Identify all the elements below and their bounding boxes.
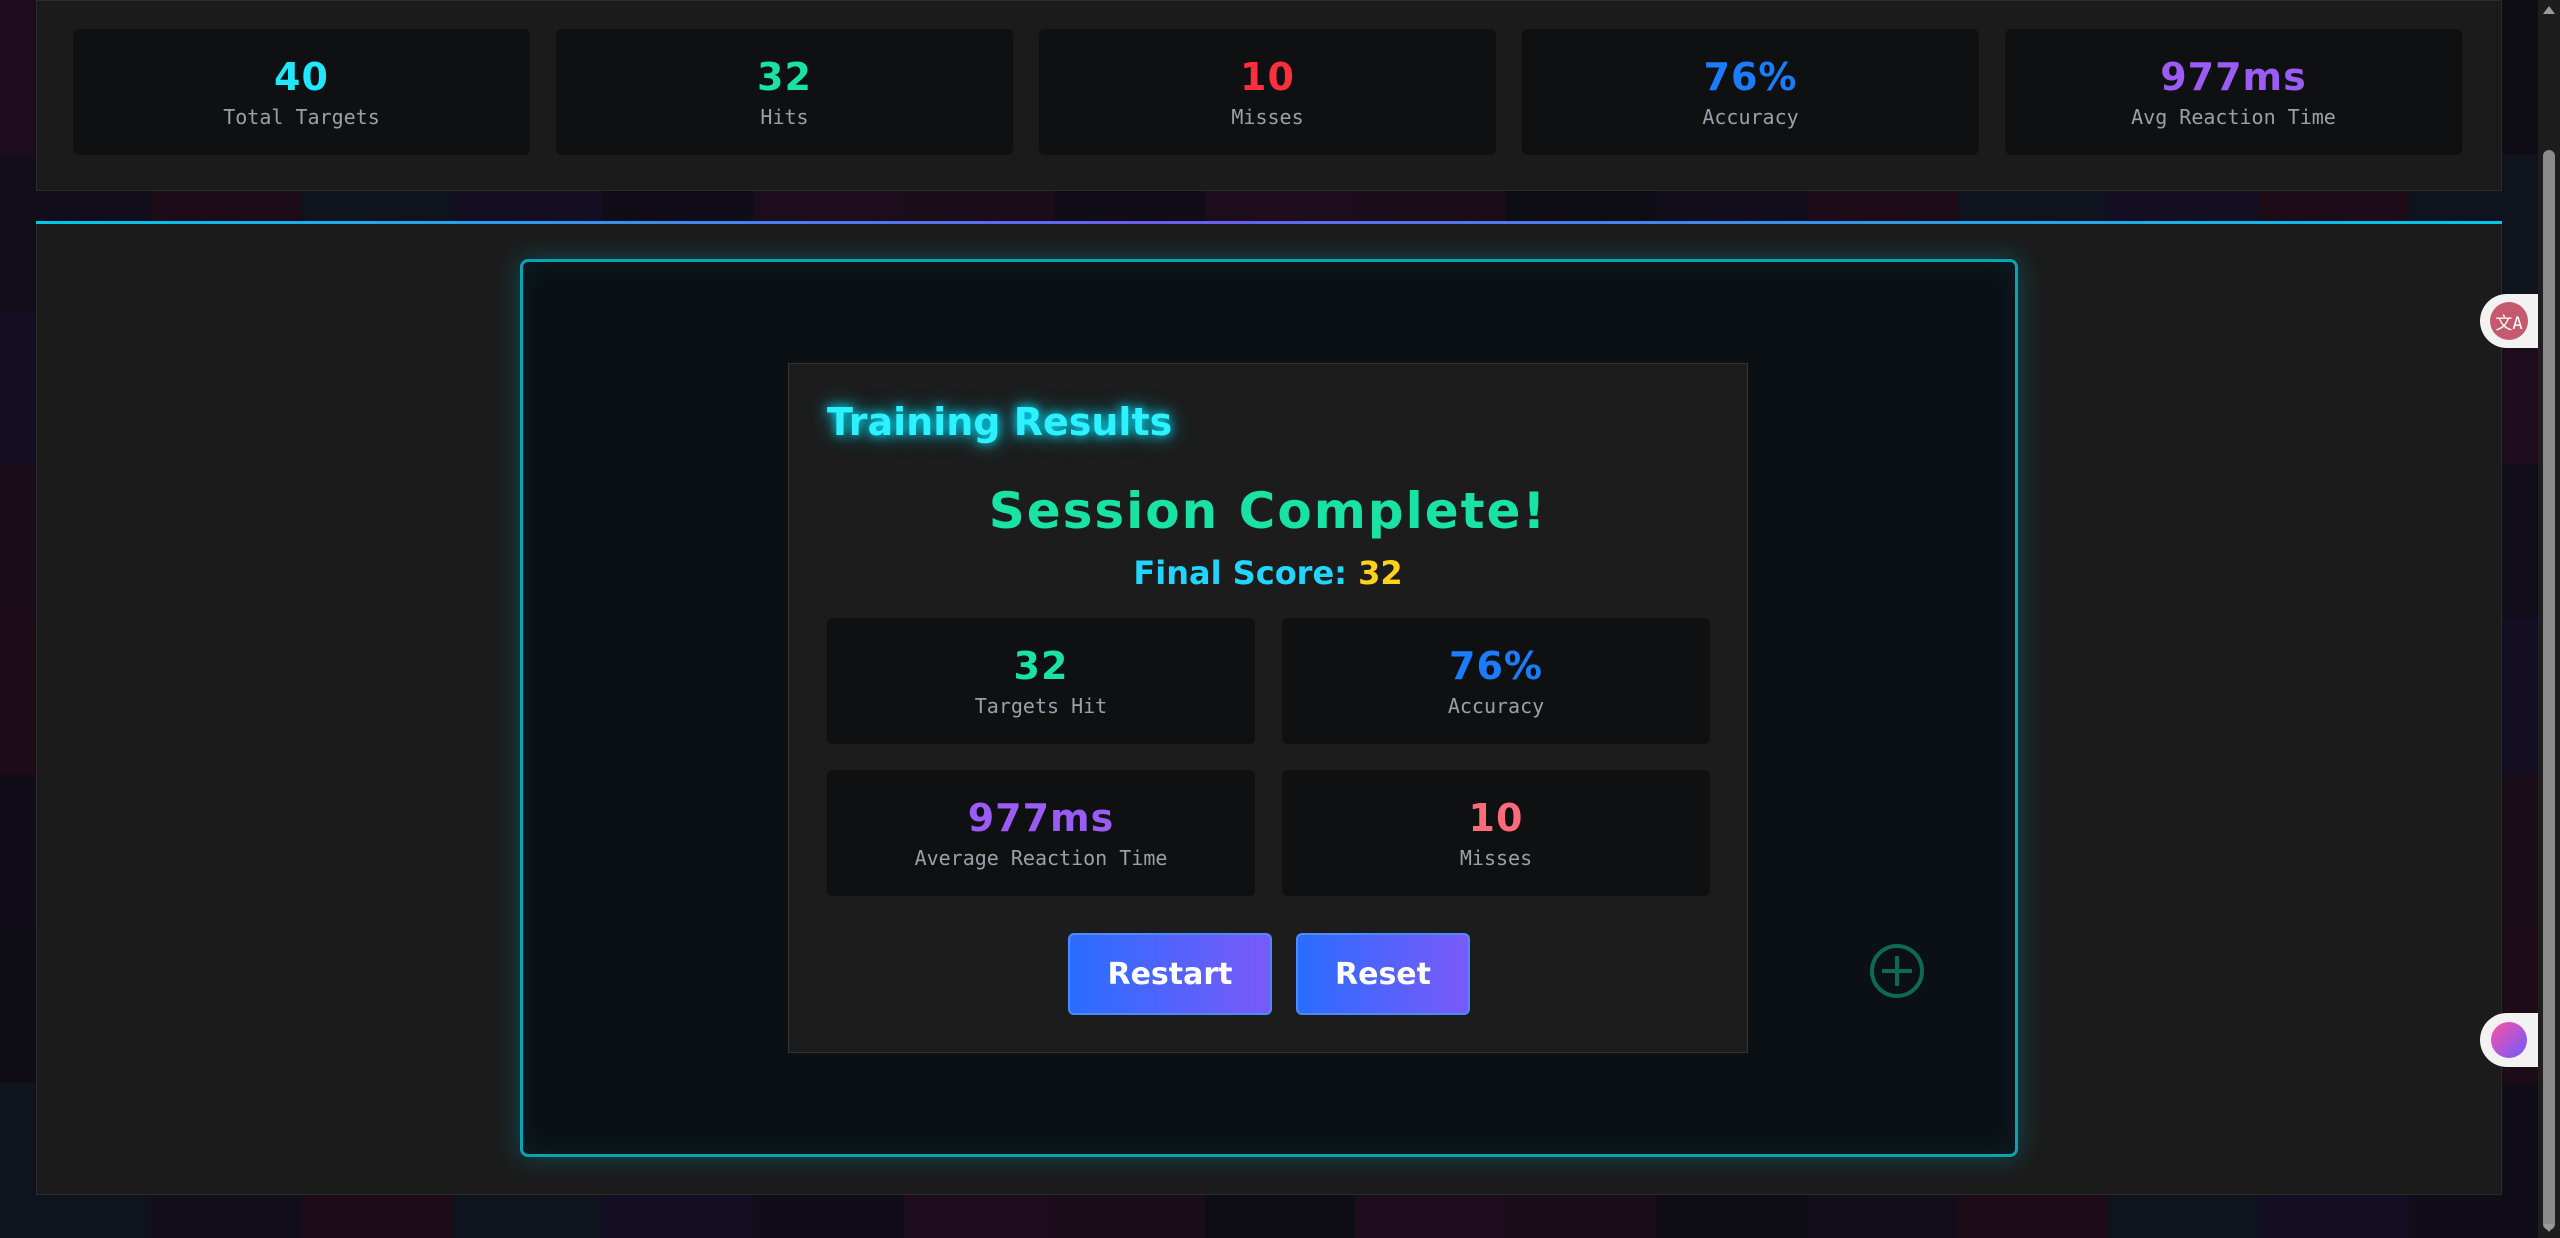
final-score-label: Final Score: — [1133, 554, 1347, 592]
stat-value: 32 — [757, 55, 812, 99]
result-misses: 10 Misses — [1282, 770, 1710, 896]
result-value: 76% — [1449, 644, 1543, 688]
stat-value: 977ms — [2160, 55, 2307, 99]
scroll-thumb[interactable] — [2543, 150, 2555, 1230]
stat-value: 10 — [1240, 55, 1295, 99]
final-score-value: 32 — [1358, 554, 1403, 592]
result-average-reaction-time: 977ms Average Reaction Time — [827, 770, 1255, 896]
brain-icon — [2491, 1022, 2527, 1058]
stat-accuracy: 76% Accuracy — [1522, 29, 1979, 155]
result-value: 977ms — [967, 796, 1115, 840]
translate-icon: 文A — [2490, 302, 2528, 340]
result-value: 32 — [1013, 644, 1069, 688]
result-accuracy: 76% Accuracy — [1282, 618, 1710, 744]
scroll-up-arrow-icon[interactable] — [2543, 6, 2555, 14]
vertical-scrollbar[interactable] — [2538, 0, 2560, 1238]
result-targets-hit: 32 Targets Hit — [827, 618, 1255, 744]
stat-label: Total Targets — [223, 105, 380, 129]
stat-label: Hits — [760, 105, 809, 129]
result-label: Targets Hit — [974, 694, 1108, 718]
scroll-down-arrow-icon[interactable] — [2543, 1224, 2555, 1232]
session-complete-heading: Session Complete! — [988, 482, 1548, 540]
stat-value: 76% — [1703, 55, 1798, 99]
stat-hits: 32 Hits — [556, 29, 1013, 155]
final-score: Final Score: 32 — [789, 554, 1747, 592]
restart-button[interactable]: Restart — [1068, 933, 1272, 1015]
stat-label: Accuracy — [1702, 105, 1799, 129]
results-modal: Training Results Session Complete! Final… — [788, 363, 1748, 1053]
reset-button[interactable]: Reset — [1296, 933, 1470, 1015]
stat-total-targets: 40 Total Targets — [73, 29, 530, 155]
result-label: Average Reaction Time — [914, 846, 1168, 870]
stat-label: Avg Reaction Time — [2131, 105, 2336, 129]
stat-value: 40 — [274, 55, 329, 99]
accent-divider — [36, 221, 2502, 224]
result-label: Misses — [1459, 846, 1533, 870]
stat-misses: 10 Misses — [1039, 29, 1496, 155]
stats-bar: 40 Total Targets 32 Hits 10 Misses 76% A… — [36, 0, 2502, 191]
stat-label: Misses — [1231, 105, 1304, 129]
result-label: Accuracy — [1447, 694, 1545, 718]
brain-extension-button[interactable] — [2480, 1013, 2538, 1067]
stat-avg-reaction-time: 977ms Avg Reaction Time — [2005, 29, 2462, 155]
result-value: 10 — [1468, 796, 1524, 840]
results-title: Training Results — [827, 400, 1173, 444]
crosshair-icon — [1870, 944, 1924, 998]
translate-extension-button[interactable]: 文A — [2480, 294, 2538, 348]
